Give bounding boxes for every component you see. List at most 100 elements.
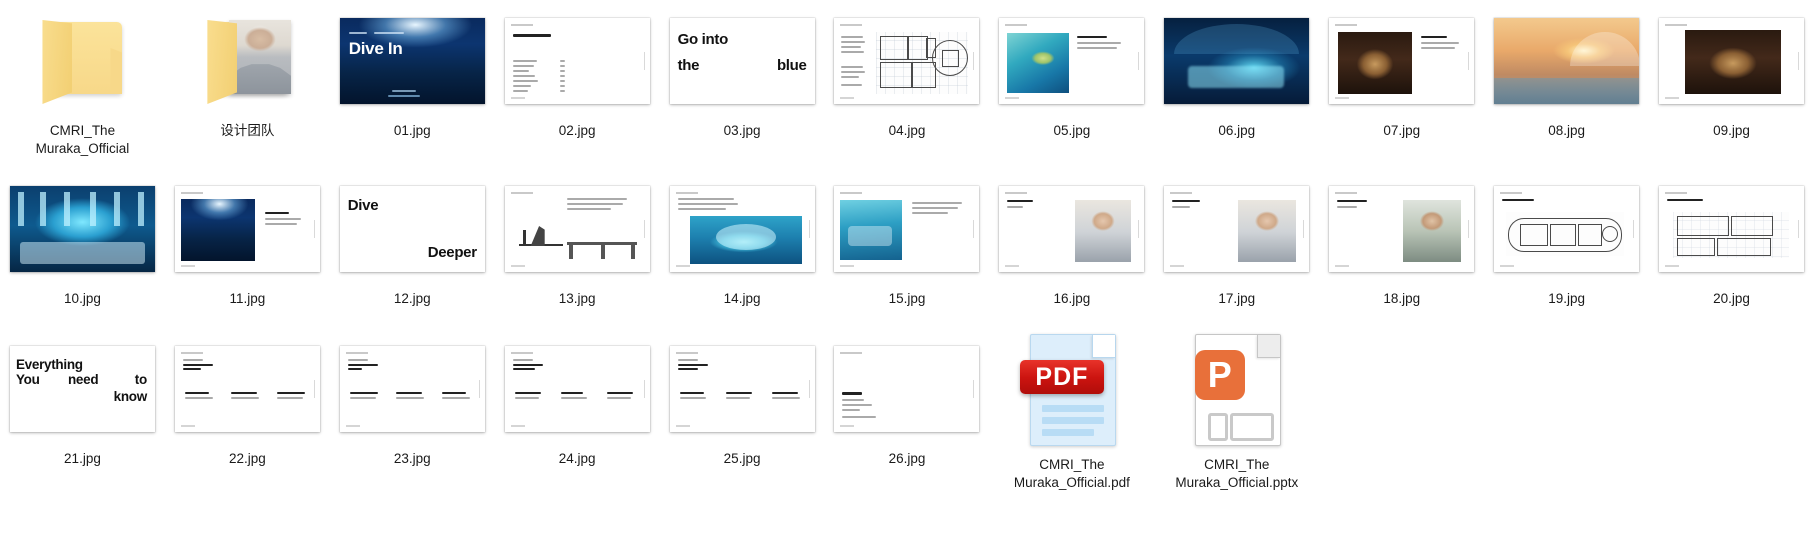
file-label: 11.jpg <box>229 291 266 306</box>
file-label: 23.jpg <box>393 451 431 466</box>
slide-title-line2: Deeper <box>427 244 477 261</box>
file-item-16[interactable]: 16.jpg <box>989 170 1154 330</box>
file-label: CMRI_The Muraka_Official <box>36 122 130 158</box>
file-label: 04.jpg <box>888 123 926 138</box>
file-item-pdf[interactable]: PDF CMRI_The Muraka_Official.pdf <box>989 330 1154 498</box>
file-item-20[interactable]: 20.jpg <box>1649 170 1814 330</box>
file-label: 25.jpg <box>723 451 761 466</box>
file-label: 24.jpg <box>558 451 596 466</box>
file-item-18[interactable]: 18.jpg <box>1319 170 1484 330</box>
slide-thumbnail: Everything You need to know <box>9 346 155 432</box>
file-item-01[interactable]: Dive In 01.jpg <box>330 2 495 170</box>
slide-title-text <box>512 34 551 37</box>
file-label-line2: Muraka_Official.pdf <box>1013 474 1130 490</box>
slide-thumbnail <box>834 186 980 272</box>
file-item-02[interactable]: 02.jpg <box>495 2 660 170</box>
slide-thumbnail <box>1164 186 1310 272</box>
file-item-09[interactable]: 09.jpg <box>1649 2 1814 170</box>
slide-thumbnail <box>1659 186 1805 272</box>
file-item-17[interactable]: 17.jpg <box>1154 170 1319 330</box>
pdf-badge-label: PDF <box>1019 360 1104 394</box>
folder-preview-image <box>229 20 292 94</box>
file-label: 22.jpg <box>228 451 266 466</box>
powerpoint-file-icon: P <box>1185 330 1289 448</box>
file-label: 02.jpg <box>558 123 596 138</box>
file-label: 18.jpg <box>1383 291 1421 306</box>
file-item-08[interactable]: 08.jpg <box>1484 2 1649 170</box>
file-item-14[interactable]: 14.jpg <box>660 170 825 330</box>
slide-title-line3: need <box>67 372 99 387</box>
file-label-line2: Muraka_Official <box>35 140 130 156</box>
slide-thumbnail <box>504 186 650 272</box>
file-icon-grid: CMRI_The Muraka_Official 设计团队 Dive In 01… <box>0 0 1814 536</box>
file-item-26[interactable]: 26.jpg <box>825 330 990 498</box>
slide-thumbnail <box>1164 18 1310 104</box>
file-label: 10.jpg <box>64 291 101 306</box>
slide-title-line1: Go into <box>677 31 729 48</box>
file-item-folder-cmri[interactable]: CMRI_The Muraka_Official <box>0 2 165 170</box>
slide-title-line1: Everything <box>15 357 83 372</box>
file-item-22[interactable]: 22.jpg <box>165 330 330 498</box>
slide-thumbnail <box>1494 18 1640 104</box>
slide-title-line3: blue <box>776 57 807 74</box>
file-label: 08.jpg <box>1548 123 1586 138</box>
file-label: 17.jpg <box>1218 291 1256 306</box>
file-label: CMRI_The Muraka_Official.pdf <box>1014 456 1130 492</box>
file-label: 21.jpg <box>64 451 101 466</box>
slide-thumbnail <box>669 186 815 272</box>
file-item-folder-team[interactable]: 设计团队 <box>165 2 330 170</box>
file-label: 15.jpg <box>888 291 926 306</box>
file-label: 05.jpg <box>1053 123 1091 138</box>
file-label-line1: CMRI_The <box>49 123 116 138</box>
file-item-04[interactable]: 04.jpg <box>825 2 990 170</box>
file-label-line2: Muraka_Official.pptx <box>1175 474 1299 490</box>
slide-thumbnail <box>999 18 1145 104</box>
slide-thumbnail: Dive In <box>339 18 485 104</box>
slide-thumbnail <box>1659 18 1805 104</box>
file-item-15[interactable]: 15.jpg <box>825 170 990 330</box>
file-item-12[interactable]: Dive Deeper 12.jpg <box>330 170 495 330</box>
powerpoint-badge-label: P <box>1194 350 1245 400</box>
slide-thumbnail <box>1494 186 1640 272</box>
file-item-21[interactable]: Everything You need to know 21.jpg <box>0 330 165 498</box>
slide-title-line2: the <box>677 57 700 74</box>
slide-title-line2: You <box>15 372 40 387</box>
slide-thumbnail: Go into the blue <box>669 18 815 104</box>
file-label-line1: CMRI_The <box>1039 457 1105 472</box>
file-item-24[interactable]: 24.jpg <box>495 330 660 498</box>
file-item-11[interactable]: 11.jpg <box>165 170 330 330</box>
file-label: 19.jpg <box>1548 291 1586 306</box>
file-item-19[interactable]: 19.jpg <box>1484 170 1649 330</box>
file-label: 26.jpg <box>888 451 926 466</box>
folder-icon-with-preview <box>199 18 295 104</box>
file-item-05[interactable]: 05.jpg <box>989 2 1154 170</box>
slide-title-line1: Dive <box>347 197 379 214</box>
file-label-line1: CMRI_The <box>1204 457 1270 472</box>
file-item-23[interactable]: 23.jpg <box>330 330 495 498</box>
file-item-06[interactable]: 06.jpg <box>1154 2 1319 170</box>
file-label: 14.jpg <box>723 291 761 306</box>
folder-icon <box>34 18 130 104</box>
folder-icon-wrap <box>0 2 165 120</box>
file-label: 06.jpg <box>1218 123 1256 138</box>
pdf-file-icon: PDF <box>1019 330 1124 448</box>
file-item-pptx[interactable]: P CMRI_The Muraka_Official.pptx <box>1154 330 1319 498</box>
slide-thumbnail <box>174 186 320 272</box>
slide-thumbnail <box>834 18 980 104</box>
file-item-13[interactable]: 13.jpg <box>495 170 660 330</box>
file-item-25[interactable]: 25.jpg <box>660 330 825 498</box>
file-label: 13.jpg <box>558 291 596 306</box>
file-item-10[interactable]: 10.jpg <box>0 170 165 330</box>
slide-thumbnail <box>504 346 650 432</box>
slide-title-line4: to <box>134 372 147 387</box>
slide-title-text: Dive In <box>348 39 403 58</box>
file-item-07[interactable]: 07.jpg <box>1319 2 1484 170</box>
file-label: 16.jpg <box>1053 291 1091 306</box>
file-label: 20.jpg <box>1713 291 1750 306</box>
file-label: 07.jpg <box>1383 123 1421 138</box>
slide-thumbnail <box>174 346 320 432</box>
file-label: CMRI_The Muraka_Official.pptx <box>1175 456 1298 492</box>
slide-thumbnail <box>339 346 485 432</box>
file-label: 03.jpg <box>723 123 761 138</box>
file-item-03[interactable]: Go into the blue 03.jpg <box>660 2 825 170</box>
